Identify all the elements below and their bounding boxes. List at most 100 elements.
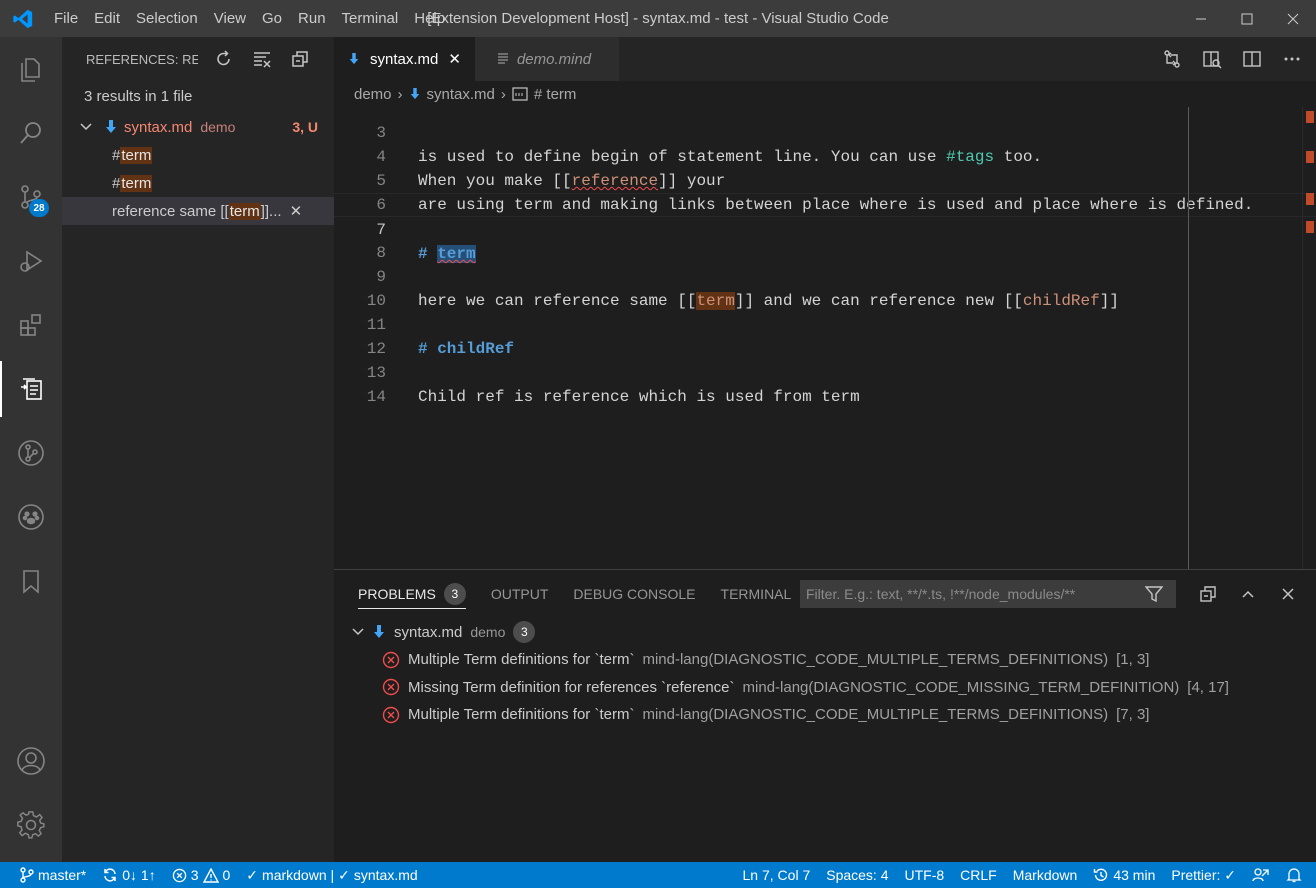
markdown-file-icon — [374, 625, 384, 638]
problem-item[interactable]: Multiple Term definitions for `term` min… — [334, 646, 1316, 674]
line-text: Child ref is reference which is used fro… — [418, 388, 860, 406]
breadcrumb-folder[interactable]: demo — [354, 86, 392, 103]
collapse-all-icon[interactable] — [1194, 580, 1222, 608]
check-icon: ✓ — [338, 866, 350, 883]
cursor-position[interactable]: Ln 7, Col 7 — [735, 867, 819, 883]
open-preview-icon[interactable] — [1198, 45, 1226, 73]
tab-terminal[interactable]: TERMINAL — [721, 570, 792, 618]
code-line: 13 Child ref is reference which is used … — [334, 337, 1316, 406]
extensions-icon[interactable] — [0, 297, 62, 353]
chevron-down-icon — [80, 123, 92, 131]
warning-icon — [202, 867, 219, 883]
settings-gear-icon[interactable] — [0, 797, 62, 853]
overview-ruler[interactable] — [1302, 107, 1316, 569]
code-editor[interactable]: 3 is used to define begin of statement l… — [334, 107, 1316, 569]
problem-position: [4, 17] — [1187, 678, 1229, 696]
reference-file-row[interactable]: syntax.md demo 3, U — [62, 113, 334, 141]
error-icon — [382, 679, 400, 696]
git-graph-icon[interactable] — [0, 425, 62, 481]
language-mode[interactable]: Markdown — [1005, 867, 1086, 883]
menu-terminal[interactable]: Terminal — [334, 0, 407, 37]
menu-selection[interactable]: Selection — [128, 0, 206, 37]
file-name: syntax.md — [394, 623, 463, 641]
source-control-icon[interactable]: 28 — [0, 169, 62, 225]
run-debug-icon[interactable] — [0, 233, 62, 289]
tab-demo-mind[interactable]: demo.mind — [474, 37, 620, 81]
error-marker — [1306, 111, 1314, 123]
maximize-button[interactable] — [1224, 0, 1270, 37]
error-marker — [1306, 193, 1314, 205]
file-name: syntax.md — [124, 118, 193, 136]
menu-file[interactable]: File — [46, 0, 86, 37]
bookmarks-icon[interactable] — [0, 553, 62, 609]
branch-status[interactable]: master* — [0, 867, 94, 883]
menu-go[interactable]: Go — [254, 0, 290, 37]
paw-icon[interactable] — [0, 489, 62, 545]
sidebar-header: REFERENCES: RE... — [62, 37, 334, 81]
account-icon[interactable] — [0, 733, 62, 789]
filter-icon[interactable] — [1140, 580, 1168, 608]
reference-item-selected[interactable]: reference same [[ term ]]... ✕ — [62, 197, 334, 225]
explorer-icon[interactable] — [0, 41, 62, 97]
tab-problems[interactable]: PROBLEMS 3 — [358, 579, 466, 609]
file-icon — [497, 53, 508, 64]
problems-file-row[interactable]: syntax.md demo 3 — [334, 618, 1316, 646]
activity-bar: 28 — [0, 37, 62, 862]
markdown-check-status[interactable]: ✓ markdown | ✓ syntax.md — [238, 867, 425, 884]
menu-edit[interactable]: Edit — [86, 0, 128, 37]
line-number: 14 — [366, 388, 386, 406]
open-changes-icon[interactable] — [1158, 45, 1186, 73]
close-panel-icon[interactable] — [1274, 580, 1302, 608]
encoding[interactable]: UTF-8 — [897, 867, 953, 883]
more-actions-icon[interactable] — [1278, 45, 1306, 73]
chevron-right-icon: › — [500, 85, 506, 103]
chevron-right-icon: › — [397, 85, 403, 103]
problem-message: Multiple Term definitions for `term` — [408, 651, 635, 669]
breadcrumb-symbol[interactable]: # term — [534, 86, 577, 103]
menu-run[interactable]: Run — [290, 0, 334, 37]
code-line: 6 — [334, 169, 1316, 214]
reference-item[interactable]: # term — [62, 169, 334, 197]
end-of-line[interactable]: CRLF — [952, 867, 1005, 883]
search-icon[interactable] — [0, 105, 62, 161]
problems-count-badge: 3 — [443, 582, 466, 605]
refresh-icon[interactable] — [210, 45, 238, 73]
problem-position: [1, 3] — [1116, 651, 1150, 669]
scm-badge: 28 — [29, 199, 49, 217]
problem-item[interactable]: Multiple Term definitions for `term` min… — [334, 701, 1316, 729]
tab-syntax-md[interactable]: syntax.md ✕ — [334, 37, 475, 81]
code-line: 3 is used to define begin of statement l… — [334, 107, 1316, 166]
ref-suffix: ]]... — [260, 202, 282, 220]
menu-help[interactable]: Help — [406, 0, 453, 37]
status-bar: master* 0↓ 1↑ 3 0 ✓ markdown | ✓ syntax.… — [0, 862, 1316, 888]
menu-view[interactable]: View — [206, 0, 254, 37]
tab-output[interactable]: OUTPUT — [491, 570, 549, 618]
references-icon[interactable] — [0, 361, 62, 417]
editor-tabs: syntax.md ✕ demo.mind — [334, 37, 1316, 81]
collapse-all-icon[interactable] — [286, 45, 314, 73]
clear-results-icon[interactable] — [248, 45, 276, 73]
dismiss-reference-icon[interactable]: ✕ — [290, 202, 303, 220]
notifications-bell-icon[interactable] — [1278, 867, 1316, 883]
reference-item[interactable]: # term — [62, 141, 334, 169]
prettier-status[interactable]: Prettier: ✓ — [1163, 867, 1244, 884]
problems-filter-input[interactable]: Filter. E.g.: text, **/*.ts, !**/node_mo… — [800, 580, 1176, 608]
split-editor-icon[interactable] — [1238, 45, 1266, 73]
ref-prefix: # — [112, 174, 121, 192]
window-controls — [1178, 0, 1316, 37]
problem-item[interactable]: Missing Term definition for references `… — [334, 674, 1316, 702]
close-window-button[interactable] — [1270, 0, 1316, 37]
bottom-panel: PROBLEMS 3 OUTPUT DEBUG CONSOLE TERMINAL… — [334, 569, 1316, 862]
maximize-panel-icon[interactable] — [1234, 580, 1262, 608]
live-share-icon[interactable] — [1244, 867, 1278, 883]
time-tracker[interactable]: 43 min — [1085, 867, 1163, 883]
breadcrumb-file[interactable]: syntax.md — [427, 86, 495, 103]
problem-message: Missing Term definition for references `… — [408, 678, 735, 696]
problems-status[interactable]: 3 0 — [164, 867, 239, 883]
indentation[interactable]: Spaces: 4 — [818, 867, 896, 883]
close-tab-icon[interactable]: ✕ — [448, 50, 461, 68]
minimize-button[interactable] — [1178, 0, 1224, 37]
tab-debug-console[interactable]: DEBUG CONSOLE — [573, 570, 695, 618]
problem-source: mind-lang(DIAGNOSTIC_CODE_MISSING_TERM_D… — [742, 678, 1180, 696]
sync-status[interactable]: 0↓ 1↑ — [94, 867, 163, 883]
